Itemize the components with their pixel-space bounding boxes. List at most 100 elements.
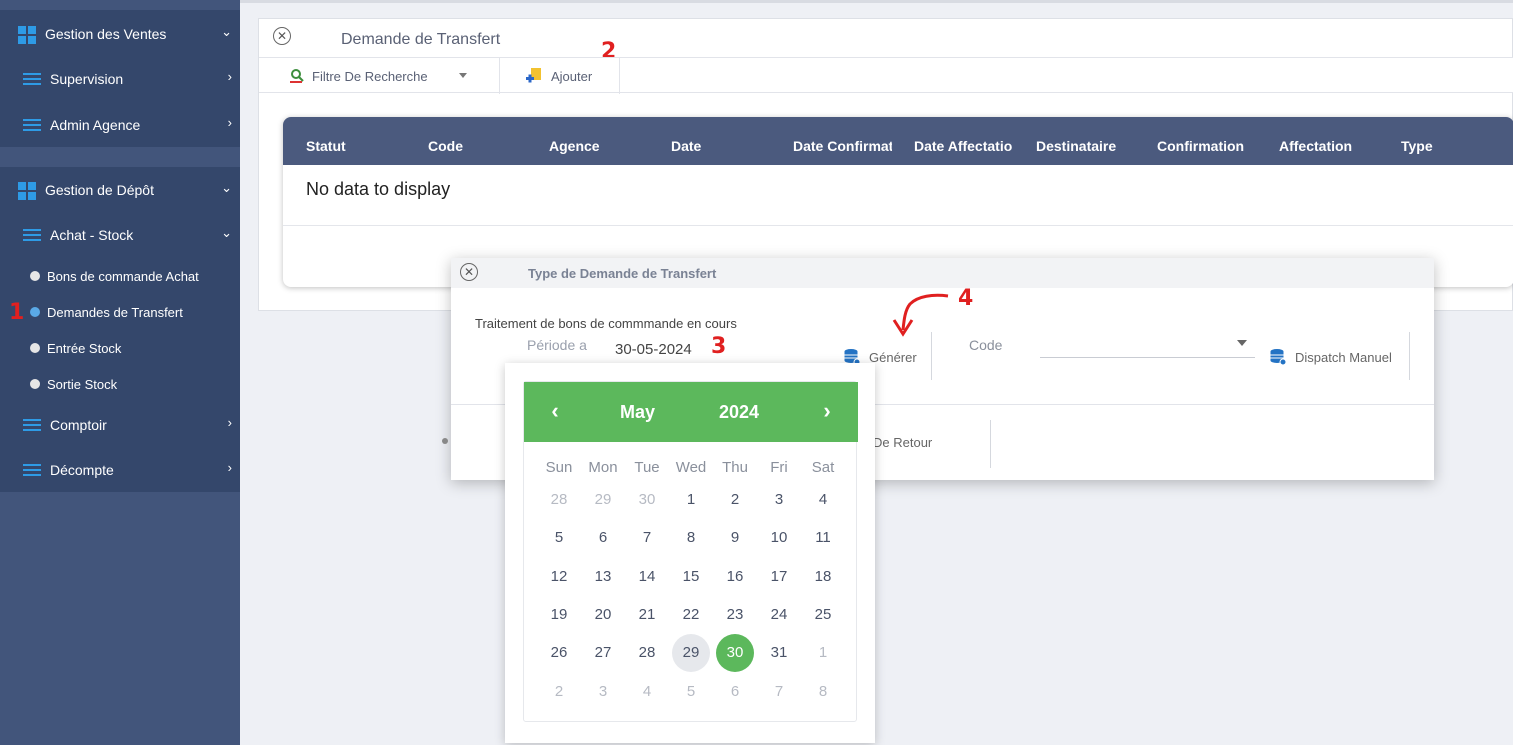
calendar-day[interactable]: 24: [760, 596, 798, 634]
calendar-day[interactable]: 26: [540, 634, 578, 672]
calendar-day[interactable]: 13: [584, 558, 622, 596]
sidebar-subitem-sortie-stock[interactable]: Sortie Stock: [0, 366, 240, 402]
calendar-day[interactable]: 12: [540, 558, 578, 596]
calendar-day[interactable]: 27: [584, 634, 622, 672]
sidebar-item-label: Achat - Stock: [50, 227, 134, 243]
calendar-day[interactable]: 21: [628, 596, 666, 634]
calendar-day[interactable]: 22: [672, 596, 710, 634]
sidebar-item-achat-stock[interactable]: Achat - Stock ⌄: [0, 213, 240, 257]
sidebar-item-supervision[interactable]: Supervision ›: [0, 57, 240, 101]
calendar-day[interactable]: 23: [716, 596, 754, 634]
search-filter-button[interactable]: Filtre De Recherche: [289, 58, 499, 94]
calendar-day[interactable]: 4: [804, 481, 842, 519]
sidebar-section-gestion-depot[interactable]: Gestion de Dépôt ⌄: [0, 168, 240, 212]
sidebar-subitem-label: Demandes de Transfert: [47, 304, 183, 320]
column-header[interactable]: Affectation: [1279, 117, 1389, 165]
calendar-day[interactable]: 8: [672, 519, 710, 557]
sidebar-subitem-bons-commande[interactable]: Bons de commande Achat: [0, 258, 240, 294]
sidebar-item-admin-agence[interactable]: Admin Agence ›: [0, 103, 240, 147]
radio-button[interactable]: [442, 438, 448, 444]
calendar-day[interactable]: 16: [716, 558, 754, 596]
generate-button-label: Générer: [869, 349, 917, 365]
grid-divider: [283, 225, 1513, 226]
calendar-day[interactable]: 7: [760, 673, 798, 711]
next-month-button[interactable]: ›: [812, 398, 842, 424]
calendar-day[interactable]: 10: [760, 519, 798, 557]
calendar-day[interactable]: 28: [628, 634, 666, 672]
add-button[interactable]: Ajouter: [525, 58, 619, 94]
calendar-day[interactable]: 1: [804, 634, 842, 672]
calendar-day[interactable]: 18: [804, 558, 842, 596]
calendar-day[interactable]: 30: [716, 634, 754, 672]
calendar-day[interactable]: 29: [672, 634, 710, 672]
column-header[interactable]: Code: [428, 117, 538, 165]
calendar-day[interactable]: 28: [540, 481, 578, 519]
column-header[interactable]: Type: [1401, 117, 1501, 165]
bullet-icon: [30, 343, 40, 353]
chevron-right-icon: ›: [227, 415, 232, 430]
code-select[interactable]: [1040, 332, 1255, 358]
sidebar-item-label: Comptoir: [50, 417, 107, 433]
sidebar: Gestion des Ventes ⌄ Supervision › Admin…: [0, 0, 240, 745]
sidebar-subitem-label: Sortie Stock: [47, 376, 118, 392]
column-header[interactable]: Statut: [306, 117, 416, 165]
calendar-day[interactable]: 6: [716, 673, 754, 711]
calendar-day[interactable]: 17: [760, 558, 798, 596]
calendar-day[interactable]: 3: [760, 481, 798, 519]
calendar-year[interactable]: 2024: [719, 402, 759, 423]
calendar-day[interactable]: 25: [804, 596, 842, 634]
period-date-input[interactable]: 30-05-2024: [615, 341, 692, 358]
calendar-day[interactable]: 4: [628, 673, 666, 711]
calendar-day[interactable]: 2: [716, 481, 754, 519]
calendar-day[interactable]: 31: [760, 634, 798, 672]
toolbar: Filtre De Recherche Ajouter: [259, 57, 1513, 94]
calendar-day[interactable]: 14: [628, 558, 666, 596]
sidebar-subitem-label: Entrée Stock: [47, 340, 122, 356]
sidebar-subitem-demandes-transfert[interactable]: Demandes de Transfert: [0, 294, 240, 330]
dialog-divider: [1409, 332, 1410, 380]
sidebar-section-gestion-ventes[interactable]: Gestion des Ventes ⌄: [0, 12, 240, 56]
dispatch-manual-button[interactable]: Dispatch Manuel: [1269, 348, 1392, 366]
calendar-day[interactable]: 29: [584, 481, 622, 519]
caret-down-icon: [459, 73, 467, 78]
weekday-header: Thu: [722, 459, 748, 476]
calendar: ‹ May 2024 › Sun Mon Tue Wed Thu Fri Sat 28 29 3…: [523, 381, 858, 722]
column-header[interactable]: Agence: [549, 117, 659, 165]
calendar-day[interactable]: 5: [540, 519, 578, 557]
column-header[interactable]: Date Confirmat: [793, 117, 892, 165]
calendar-day[interactable]: 5: [672, 673, 710, 711]
calendar-day[interactable]: 30: [628, 481, 666, 519]
search-filter-icon: [290, 69, 304, 83]
calendar-day[interactable]: 19: [540, 596, 578, 634]
sidebar-subitem-entree-stock[interactable]: Entrée Stock: [0, 330, 240, 366]
calendar-day[interactable]: 2: [540, 673, 578, 711]
calendar-day[interactable]: 20: [584, 596, 622, 634]
close-icon[interactable]: ✕: [460, 263, 478, 281]
calendar-day[interactable]: 9: [716, 519, 754, 557]
column-header[interactable]: Date Affectatio: [914, 117, 1014, 165]
search-filter-label: Filtre De Recherche: [312, 68, 428, 84]
calendar-day[interactable]: 11: [804, 519, 842, 557]
page-title: Demande de Transfert: [341, 31, 501, 48]
sidebar-item-comptoir[interactable]: Comptoir ›: [0, 403, 240, 447]
calendar-day[interactable]: 3: [584, 673, 622, 711]
calendar-day[interactable]: 1: [672, 481, 710, 519]
sidebar-item-decompte[interactable]: Décompte ›: [0, 448, 240, 492]
close-icon[interactable]: ✕: [273, 27, 291, 45]
calendar-day[interactable]: 15: [672, 558, 710, 596]
prev-month-button[interactable]: ‹: [540, 398, 570, 424]
column-header[interactable]: Destinataire: [1036, 117, 1146, 165]
calendar-header: ‹ May 2024 ›: [524, 382, 858, 442]
retour-option-label[interactable]: De Retour: [873, 435, 932, 450]
calendar-day[interactable]: 8: [804, 673, 842, 711]
calendar-day[interactable]: 6: [584, 519, 622, 557]
calendar-month[interactable]: May: [620, 402, 655, 423]
toolbar-divider: [499, 58, 500, 94]
sidebar-section-label: Gestion des Ventes: [45, 26, 167, 42]
weekday-header: Mon: [588, 459, 618, 476]
column-header[interactable]: Date: [671, 117, 781, 165]
chevron-right-icon: ›: [227, 460, 232, 475]
column-header[interactable]: Confirmation: [1157, 117, 1267, 165]
bullet-icon: [30, 379, 40, 389]
calendar-day[interactable]: 7: [628, 519, 666, 557]
